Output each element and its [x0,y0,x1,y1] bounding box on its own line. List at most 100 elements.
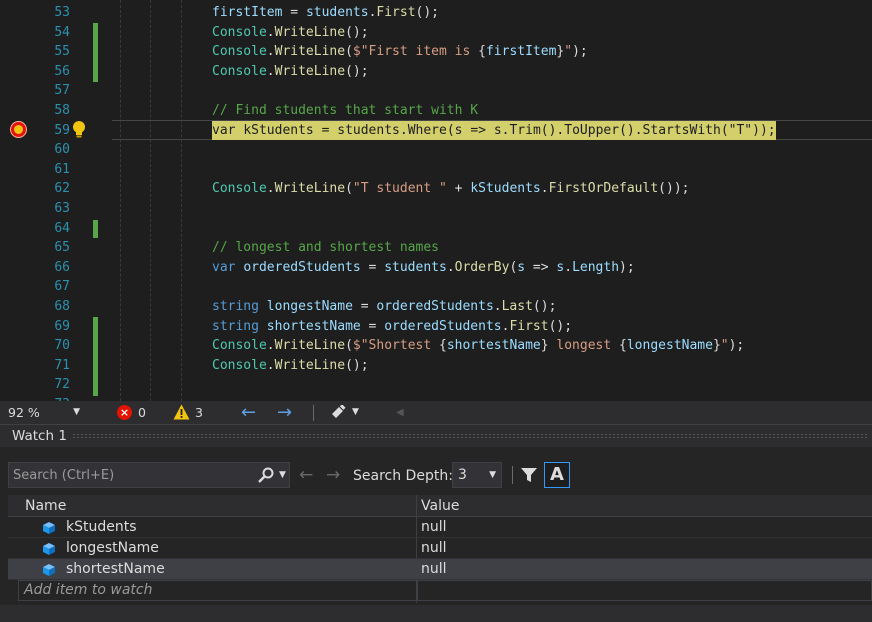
search-previous-icon[interactable]: ← [299,466,313,484]
watch-row-value[interactable]: null [421,517,447,538]
code-line[interactable]: 59 var kStudents = students.Where(s => s.… [0,120,872,141]
code-editor[interactable]: 53 firstItem = students.First(); 54 Console… [0,0,872,401]
search-next-icon[interactable]: → [326,466,340,484]
search-box[interactable]: ▼ [8,462,290,488]
code-line[interactable]: 68 string longestName = orderedStudents.L… [0,297,872,317]
warning-icon[interactable] [173,404,190,420]
code-token: students [305,5,369,20]
code-line[interactable]: 71 Console.WriteLine(); [0,356,872,376]
code-line[interactable]: 58 // Find students that start with K [0,101,872,121]
code-text[interactable]: Console.WriteLine($"Shortest {shortestNa… [212,336,744,356]
watch-window-title-bar[interactable]: Watch 1 [0,425,872,447]
code-line[interactable]: 57 [0,81,872,101]
search-depth-value: 3 [458,467,467,483]
code-text[interactable]: Console.WriteLine($"First item is {first… [212,42,588,62]
code-token: = [360,318,385,334]
code-token: firstItem [212,5,283,20]
code-token: "T" [728,122,753,138]
code-line[interactable]: 62 Console.WriteLine("T student " + kStud… [0,179,872,199]
watch-row[interactable]: kStudents null [8,517,872,538]
breakpoint-current-statement-icon[interactable] [10,121,27,138]
column-header-name[interactable]: Name [25,495,66,517]
code-line[interactable]: 60 [0,140,872,160]
code-token: WriteLine [274,24,346,40]
code-text[interactable]: string shortestName = orderedStudents.Fi… [212,317,572,337]
line-number: 68 [54,299,70,314]
line-number: 70 [54,338,70,354]
code-text[interactable]: Console.WriteLine(); [212,356,369,376]
code-token: $"First item is [352,44,479,60]
navigate-back-icon[interactable]: ← [241,401,256,424]
code-line[interactable]: 53 firstItem = students.First(); [0,3,872,23]
watch-row-value[interactable]: null [421,538,447,559]
scroll-left-icon[interactable]: ◀ [396,401,404,424]
code-text[interactable]: string longestName = orderedStudents.Las… [212,297,556,317]
warning-count[interactable]: 3 [195,401,203,424]
code-text[interactable]: var kStudents = students.Where(s => s.Tr… [212,120,776,141]
code-text[interactable]: // longest and shortest names [212,238,439,258]
watch-row-name: kStudents [66,519,137,535]
watch-grid: Name Value kStudents null longestName nu… [8,495,872,603]
code-token: Trim [509,122,541,138]
add-item-placeholder[interactable]: Add item to watch [24,582,152,598]
code-text[interactable]: Console.WriteLine(); [212,62,369,82]
code-token: ( [446,122,455,138]
code-line[interactable]: 67 [0,277,872,297]
code-token: . [266,63,275,79]
code-text[interactable]: // Find students that start with K [212,101,478,121]
code-line[interactable]: 69 string shortestName = orderedStudents.… [0,317,872,337]
watch-row-value[interactable]: null [421,559,447,580]
code-text[interactable]: Console.WriteLine("T student " + kStuden… [212,179,689,199]
code-token: Console [212,44,267,60]
navigate-forward-icon[interactable]: → [277,401,292,424]
code-line[interactable]: 55 Console.WriteLine($"First item is {fir… [0,42,872,62]
code-line[interactable]: 66 var orderedStudents = students.OrderBy… [0,258,872,278]
lightbulb-icon[interactable] [72,120,86,139]
line-number: 55 [54,44,70,60]
search-depth-dropdown[interactable]: 3 ▼ [452,462,502,488]
code-token: longest [548,338,620,354]
code-line[interactable]: 70 Console.WriteLine($"Shortest {shortest… [0,336,872,356]
zoom-level: 92 % [8,405,40,420]
code-line[interactable]: 65 // longest and shortest names [0,238,872,258]
code-line[interactable]: 61 [0,160,872,180]
code-token: . [446,259,455,275]
code-token: s [517,259,526,275]
code-token: Length [572,259,620,275]
zoom-dropdown[interactable]: 92 % ▼ [8,401,84,424]
code-token: WriteLine [274,181,346,197]
code-line[interactable]: 64 [0,219,872,239]
add-item-to-watch-row[interactable]: Add item to watch [18,580,872,601]
match-case-button[interactable]: A [544,462,570,488]
filter-icon[interactable] [520,466,538,484]
cleanup-brush-icon[interactable] [330,405,348,420]
code-token: WriteLine [274,338,346,354]
code-text[interactable]: firstItem = students.First(); [212,3,439,23]
watch-row-name: longestName [66,540,159,556]
column-header-value[interactable]: Value [421,495,459,517]
search-icon[interactable] [256,467,276,484]
chevron-down-icon[interactable]: ▼ [279,467,286,484]
code-token: . [540,181,549,197]
drag-grip[interactable] [72,433,868,439]
search-input[interactable] [13,465,249,485]
code-line[interactable]: 63 [0,199,872,219]
code-text[interactable]: Console.WriteLine(); [212,23,369,43]
code-line[interactable]: 56 Console.WriteLine(); [0,62,872,82]
code-line[interactable]: 72 [0,375,872,395]
watch-row[interactable]: shortestName null [8,559,872,580]
line-number: 58 [54,103,70,118]
code-line[interactable]: 54 Console.WriteLine(); [0,23,872,43]
chevron-down-icon[interactable]: ▼ [352,401,359,424]
code-token: kStudents [243,122,314,138]
watch-row[interactable]: longestName null [8,538,872,559]
chevron-down-icon: ▼ [73,407,80,417]
error-count[interactable]: 0 [138,401,146,424]
code-token: kStudents [470,181,541,197]
watch-window: Watch 1 ▼ ← → Search Depth: 3 ▼ A Name V… [0,424,872,622]
code-token: ( [345,181,353,197]
code-text[interactable]: var orderedStudents = students.OrderBy(s… [212,258,635,278]
error-icon[interactable]: × [117,405,132,420]
code-token: "T student " [352,181,447,197]
